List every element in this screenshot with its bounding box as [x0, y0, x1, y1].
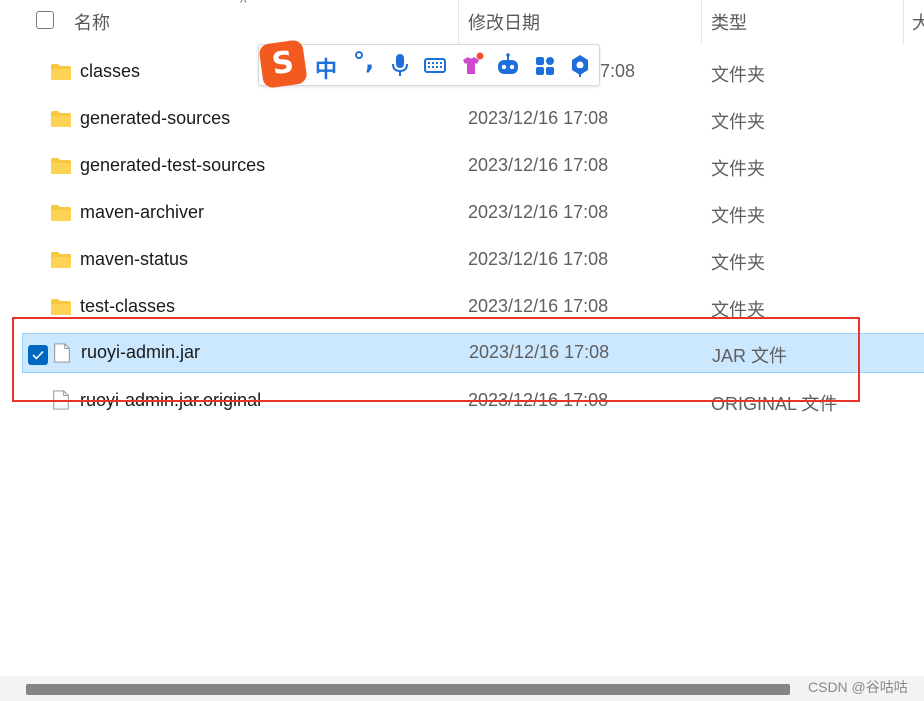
folder-icon — [51, 64, 71, 80]
file-row[interactable]: maven-archiver 2023/12/16 17:08 文件夹 — [22, 193, 924, 233]
file-name: generated-sources — [80, 108, 231, 128]
file-date: 2023/12/16 17:08 — [469, 342, 610, 362]
file-icon — [54, 343, 70, 363]
skin-icon[interactable] — [459, 51, 485, 79]
file-row[interactable]: maven-status 2023/12/16 17:08 文件夹 — [22, 240, 924, 280]
file-type: JAR 文件 — [712, 346, 788, 366]
file-name: ruoyi-admin.jar — [81, 342, 201, 362]
microphone-icon[interactable] — [389, 51, 411, 79]
file-icon — [53, 390, 69, 410]
file-row[interactable]: generated-sources 2023/12/16 17:08 文件夹 — [22, 99, 924, 139]
file-explorer: ^ 名称 修改日期 类型 大 classes 17:08 文件夹 generat… — [0, 0, 924, 701]
folder-icon — [51, 158, 71, 174]
file-name: maven-archiver — [80, 202, 205, 222]
ime-punctuation-toggle[interactable]: °, — [353, 47, 374, 75]
checkmark-icon — [32, 350, 44, 360]
file-row[interactable]: ruoyi-admin.jar.original 2023/12/16 17:0… — [22, 381, 924, 421]
settings-icon[interactable] — [567, 51, 593, 79]
file-type: 文件夹 — [711, 253, 765, 273]
file-date: 2023/12/16 17:08 — [468, 249, 609, 269]
column-date-modified[interactable]: 修改日期 — [468, 9, 540, 35]
file-name: maven-status — [80, 249, 189, 269]
folder-icon — [51, 111, 71, 127]
file-name: classes — [80, 61, 141, 81]
folder-icon — [51, 299, 71, 315]
row-checkbox-checked[interactable] — [28, 345, 48, 365]
column-header: ^ 名称 修改日期 类型 大 — [0, 0, 924, 44]
toolbox-icon[interactable] — [533, 51, 557, 79]
file-row-selected[interactable]: ruoyi-admin.jar 2023/12/16 17:08 JAR 文件 — [22, 333, 924, 373]
horizontal-scrollbar-thumb[interactable] — [26, 684, 790, 695]
column-divider[interactable] — [701, 0, 702, 44]
select-all-checkbox[interactable] — [36, 11, 54, 29]
file-type: 文件夹 — [711, 112, 765, 132]
sort-ascending-icon: ^ — [240, 0, 247, 10]
file-type: 文件夹 — [711, 65, 765, 85]
folder-icon — [51, 252, 71, 268]
file-type: 文件夹 — [711, 300, 765, 320]
file-type: ORIGINAL 文件 — [711, 394, 838, 414]
column-size[interactable]: 大 — [912, 9, 924, 35]
keyboard-icon[interactable] — [423, 51, 447, 79]
ime-toolbar[interactable]: S 中 °, — [258, 39, 600, 89]
file-type: 文件夹 — [711, 206, 765, 226]
column-divider[interactable] — [458, 0, 459, 44]
file-name: generated-test-sources — [80, 155, 266, 175]
robot-icon[interactable] — [495, 51, 521, 79]
watermark: CSDN @谷咕咕 — [808, 679, 908, 695]
column-name[interactable]: 名称 — [74, 9, 110, 35]
file-name: test-classes — [80, 296, 176, 316]
file-type: 文件夹 — [711, 159, 765, 179]
column-divider[interactable] — [903, 0, 904, 44]
column-type[interactable]: 类型 — [711, 9, 747, 35]
file-name: ruoyi-admin.jar.original — [80, 390, 262, 410]
file-date: 2023/12/16 17:08 — [468, 390, 609, 410]
file-row[interactable]: generated-test-sources 2023/12/16 17:08 … — [22, 146, 924, 186]
file-date: 2023/12/16 17:08 — [468, 202, 609, 222]
file-row[interactable]: test-classes 2023/12/16 17:08 文件夹 — [22, 287, 924, 327]
file-date: 2023/12/16 17:08 — [468, 155, 609, 175]
file-date: 2023/12/16 17:08 — [468, 296, 609, 316]
ime-logo[interactable]: S — [258, 39, 308, 89]
ime-chinese-mode-toggle[interactable]: 中 — [315, 52, 337, 83]
file-date: 2023/12/16 17:08 — [468, 108, 609, 128]
folder-icon — [51, 205, 71, 221]
